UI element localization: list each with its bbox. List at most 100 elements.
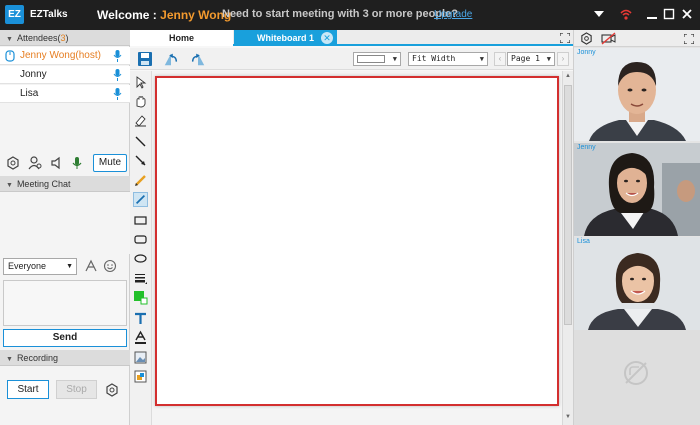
video-participant-name: Jenny bbox=[577, 144, 596, 151]
recording-controls: Start Stop bbox=[0, 380, 130, 404]
chevron-down-icon: ▼ bbox=[546, 55, 551, 63]
attendee-row-host[interactable]: Jenny Wong(host) bbox=[0, 47, 130, 65]
microphone-icon[interactable] bbox=[70, 156, 84, 170]
fill-color-icon[interactable] bbox=[133, 290, 148, 305]
app-name: EZTalks bbox=[30, 9, 68, 20]
chat-recipient-select[interactable]: Everyone ▼ bbox=[3, 258, 77, 275]
line-width-icon[interactable] bbox=[133, 271, 148, 286]
video-participant-name: Lisa bbox=[577, 238, 590, 245]
page-select[interactable]: Page 1 ▼ bbox=[507, 52, 555, 66]
save-icon[interactable] bbox=[137, 51, 153, 67]
close-tab-icon[interactable]: ✕ bbox=[321, 32, 333, 44]
font-icon[interactable] bbox=[84, 259, 98, 273]
video-feed-image bbox=[574, 237, 700, 330]
line-icon[interactable] bbox=[133, 134, 148, 149]
maximize-icon[interactable] bbox=[661, 6, 677, 22]
mute-button[interactable]: Mute bbox=[93, 154, 127, 172]
host-icon bbox=[5, 50, 15, 62]
mic-icon[interactable] bbox=[113, 88, 122, 100]
video-participant-name: Jonny bbox=[577, 49, 596, 56]
video-tile[interactable]: Lisa bbox=[574, 237, 700, 330]
whiteboard-toolbar: ▼ Fit Width ▼ ‹ Page 1 ▼ › bbox=[130, 48, 573, 70]
main-content: Home Whiteboard 1 ✕ ▼ Fit Width ▼ ‹ Page… bbox=[130, 30, 573, 425]
stop-recording-button[interactable]: Stop bbox=[56, 380, 97, 399]
screenshot-icon[interactable] bbox=[133, 369, 148, 384]
start-recording-button[interactable]: Start bbox=[7, 380, 49, 399]
video-settings-icon[interactable] bbox=[580, 32, 593, 45]
upgrade-link[interactable]: Upgrade bbox=[434, 9, 472, 20]
pointer-icon[interactable] bbox=[133, 75, 148, 90]
rectangle-icon[interactable] bbox=[133, 213, 148, 228]
left-panel: ▼ Attendees(3) Jenny Wong(host) Jonny Lis… bbox=[0, 30, 130, 425]
attendees-label: Attendees( bbox=[16, 33, 61, 43]
user-manage-icon[interactable] bbox=[28, 156, 42, 170]
chat-recipient-value: Everyone bbox=[8, 261, 47, 271]
user-name: Jenny Wong bbox=[160, 8, 232, 22]
attendee-name: Lisa bbox=[20, 88, 39, 99]
fullscreen-icon[interactable] bbox=[684, 34, 694, 44]
video-feed-image bbox=[574, 48, 700, 141]
redo-icon[interactable] bbox=[190, 51, 206, 67]
recording-header[interactable]: ▼ Recording bbox=[0, 350, 130, 366]
arrow-line-icon[interactable] bbox=[133, 153, 148, 168]
video-toolbar bbox=[574, 30, 700, 47]
meeting-chat-header[interactable]: ▼ Meeting Chat bbox=[0, 176, 130, 192]
color-select[interactable]: ▼ bbox=[353, 52, 401, 66]
scroll-down-icon[interactable]: ▼ bbox=[563, 414, 573, 420]
zoom-select[interactable]: Fit Width ▼ bbox=[408, 52, 488, 66]
minimize-icon[interactable] bbox=[644, 6, 660, 22]
settings-icon[interactable] bbox=[6, 156, 20, 170]
marker-icon[interactable] bbox=[133, 192, 148, 207]
close-icon[interactable] bbox=[679, 6, 695, 22]
camera-off-icon[interactable] bbox=[601, 32, 616, 45]
ellipse-icon[interactable] bbox=[133, 251, 148, 266]
chat-input[interactable] bbox=[3, 280, 127, 326]
text-icon[interactable] bbox=[133, 311, 148, 326]
vertical-scrollbar[interactable]: ▲ ▼ bbox=[562, 71, 573, 425]
whiteboard-area bbox=[152, 71, 562, 425]
welcome-prefix: Welcome : bbox=[97, 8, 157, 22]
chat-controls: Everyone ▼ bbox=[0, 256, 130, 278]
attendees-header[interactable]: ▼ Attendees(3) bbox=[0, 30, 130, 46]
video-feed-image bbox=[574, 143, 700, 236]
scroll-up-icon[interactable]: ▲ bbox=[563, 73, 573, 79]
attendee-controls: Mute bbox=[0, 152, 130, 174]
mic-icon[interactable] bbox=[113, 69, 122, 81]
emoji-icon[interactable] bbox=[103, 259, 117, 273]
next-page-button[interactable]: › bbox=[557, 52, 569, 66]
zoom-value: Fit Width bbox=[412, 54, 456, 63]
tab-home[interactable]: Home bbox=[130, 30, 233, 46]
fullscreen-icon[interactable] bbox=[560, 33, 570, 43]
page-value: Page 1 bbox=[511, 54, 540, 63]
collapse-icon: ▼ bbox=[6, 182, 13, 189]
send-button[interactable]: Send bbox=[3, 329, 127, 347]
menu-dropdown-icon[interactable] bbox=[591, 6, 607, 22]
recording-settings-icon[interactable] bbox=[105, 383, 119, 397]
video-tile[interactable]: Jonny bbox=[574, 48, 700, 141]
video-tile[interactable]: Jenny bbox=[574, 143, 700, 236]
tab-bar: Home Whiteboard 1 ✕ bbox=[130, 30, 573, 46]
undo-icon[interactable] bbox=[163, 51, 179, 67]
font-color-icon[interactable] bbox=[133, 330, 148, 345]
app-logo: EZ bbox=[5, 5, 24, 24]
eraser-icon[interactable] bbox=[133, 113, 148, 128]
pencil-icon[interactable] bbox=[133, 173, 148, 188]
attendee-name: Jonny bbox=[20, 69, 47, 80]
hand-icon[interactable] bbox=[133, 94, 148, 109]
meeting-chat-label: Meeting Chat bbox=[16, 179, 71, 189]
title-bar: EZ EZTalks Welcome : Jenny Wong Need to … bbox=[0, 0, 700, 30]
recording-label: Recording bbox=[16, 353, 58, 363]
scrollbar-thumb[interactable] bbox=[564, 85, 572, 325]
attendee-row[interactable]: Lisa bbox=[0, 85, 130, 103]
network-signal-icon[interactable] bbox=[618, 6, 634, 22]
insert-image-icon[interactable] bbox=[133, 350, 148, 365]
attendee-row[interactable]: Jonny bbox=[0, 66, 130, 84]
rounded-rectangle-icon[interactable] bbox=[133, 232, 148, 247]
chat-messages-area bbox=[0, 192, 130, 254]
mic-icon[interactable] bbox=[113, 50, 122, 62]
chevron-down-icon: ▼ bbox=[66, 263, 73, 270]
whiteboard-canvas[interactable] bbox=[155, 76, 559, 406]
chevron-down-icon: ▼ bbox=[479, 55, 484, 63]
speaker-icon[interactable] bbox=[50, 156, 64, 170]
prev-page-button[interactable]: ‹ bbox=[494, 52, 506, 66]
